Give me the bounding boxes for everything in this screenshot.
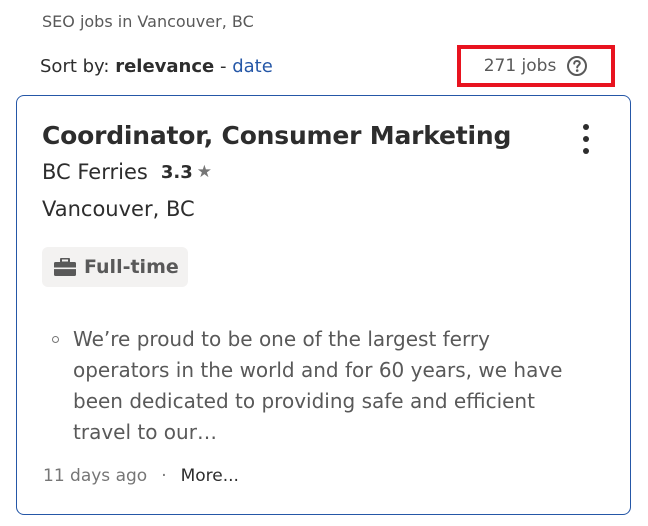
sort-separator: - (214, 56, 233, 77)
sort-label: Sort by: (40, 56, 110, 77)
more-link[interactable]: More... (181, 466, 239, 486)
job-card[interactable]: Coordinator, Consumer Marketing BC Ferri… (16, 95, 631, 515)
company-name[interactable]: BC Ferries (42, 160, 148, 184)
footer-separator: · (161, 466, 167, 486)
sort-date-link[interactable]: date (232, 56, 273, 77)
sort-controls: Sort by: relevance - date (40, 56, 273, 77)
star-icon: ★ (196, 162, 212, 182)
job-location: Vancouver, BC (42, 197, 195, 221)
question-circle-icon[interactable] (566, 55, 588, 77)
job-title[interactable]: Coordinator, Consumer Marketing (42, 121, 511, 150)
job-count: 271 jobs (483, 56, 557, 76)
search-context: SEO jobs in Vancouver, BC (42, 12, 254, 31)
job-snippet: We’re proud to be one of the largest fer… (52, 324, 573, 448)
job-footer: 11 days ago · More... (43, 466, 239, 486)
company-row: BC Ferries 3.3 ★ (42, 160, 212, 184)
job-count-box: 271 jobs (457, 45, 615, 87)
snippet-item: We’re proud to be one of the largest fer… (52, 324, 573, 448)
job-type-badge: Full-time (42, 247, 188, 287)
job-type: Full-time (84, 256, 179, 278)
company-rating: 3.3 (160, 161, 193, 183)
posted-date: 11 days ago (43, 466, 148, 486)
briefcase-icon (54, 257, 76, 276)
bullet-icon (52, 336, 59, 343)
kebab-menu-icon[interactable] (580, 124, 592, 154)
sort-relevance: relevance (115, 56, 215, 77)
snippet-text: We’re proud to be one of the largest fer… (73, 327, 563, 444)
